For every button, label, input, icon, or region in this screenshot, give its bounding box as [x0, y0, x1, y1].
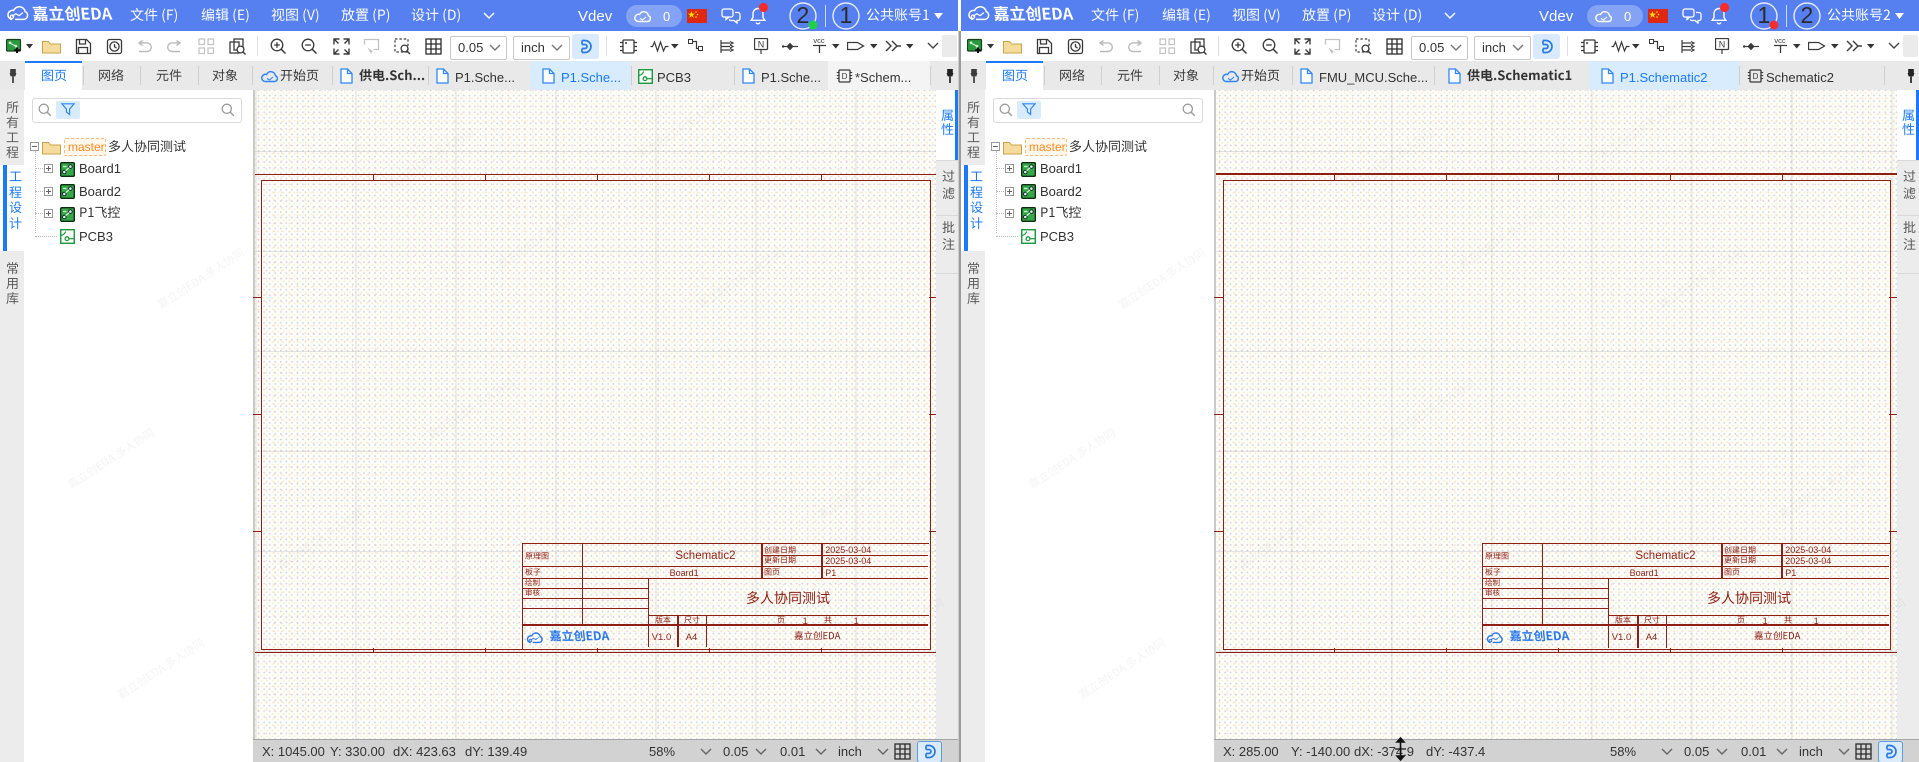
svg-text:D: D: [842, 72, 848, 81]
svg-text:vcc: vcc: [1774, 37, 1786, 45]
svg-text:vcc: vcc: [813, 37, 825, 45]
svg-text:N: N: [1719, 40, 1726, 50]
svg-text:D: D: [1753, 72, 1759, 81]
svg-text:N: N: [758, 40, 765, 50]
